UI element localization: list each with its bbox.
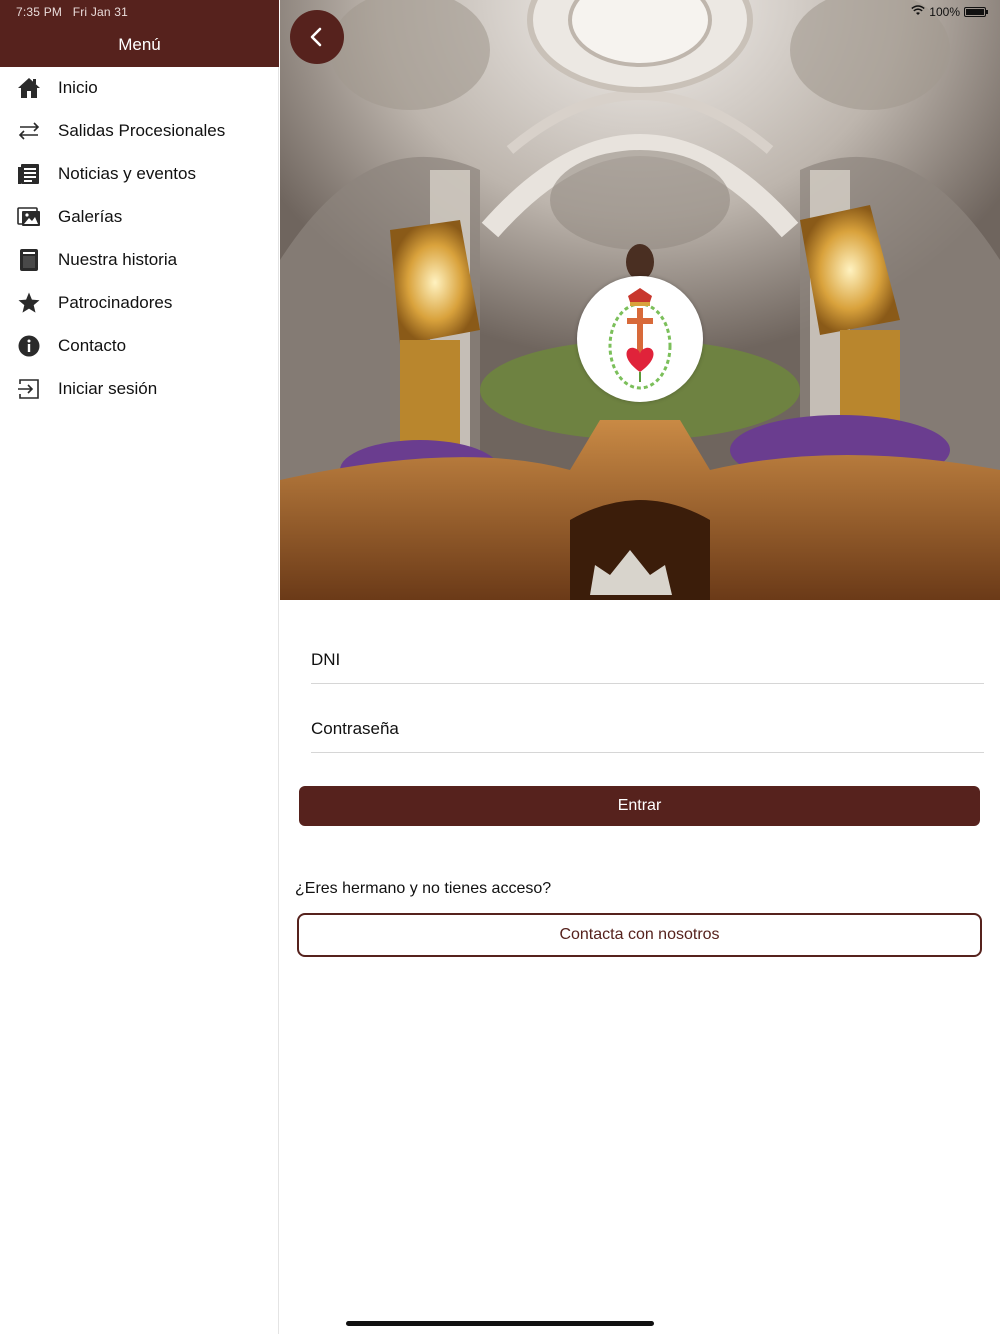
home-icon xyxy=(17,76,41,100)
sidebar: 7:35 PM Fri Jan 31 Menú Inicio Salidas P… xyxy=(0,0,279,1334)
no-access-question: ¿Eres hermano y no tienes acceso? xyxy=(295,880,552,897)
menu-item-contacto[interactable]: Contacto xyxy=(0,325,279,368)
menu-item-label: Noticias y eventos xyxy=(58,164,196,183)
menu-item-label: Iniciar sesión xyxy=(58,379,158,398)
login-button[interactable]: Entrar xyxy=(299,786,980,826)
menu-item-salidas-procesionales[interactable]: Salidas Procesionales xyxy=(0,110,279,153)
password-field[interactable] xyxy=(311,701,984,753)
dni-field[interactable] xyxy=(311,632,984,684)
battery-icon xyxy=(964,7,988,17)
sidebar-header: 7:35 PM Fri Jan 31 Menú xyxy=(0,0,279,67)
book-icon xyxy=(17,248,41,272)
star-icon xyxy=(17,291,41,315)
login-icon xyxy=(17,377,41,401)
emblem-icon xyxy=(608,288,672,390)
chevron-left-icon xyxy=(310,27,322,47)
menu-item-label: Contacto xyxy=(58,336,127,355)
wifi-icon xyxy=(911,5,925,19)
main-content: 100% Entrar ¿Eres hermano y no tienes ac… xyxy=(280,0,1000,1334)
menu-list: Inicio Salidas Procesionales Noticias y … xyxy=(0,67,279,411)
menu-item-nuestra-historia[interactable]: Nuestra historia xyxy=(0,239,279,282)
menu-item-label: Salidas Procesionales xyxy=(58,121,226,140)
menu-item-label: Patrocinadores xyxy=(58,293,173,312)
menu-item-iniciar-sesion[interactable]: Iniciar sesión xyxy=(0,368,279,411)
sidebar-title: Menú xyxy=(118,35,161,54)
home-indicator[interactable] xyxy=(346,1321,654,1326)
menu-item-patrocinadores[interactable]: Patrocinadores xyxy=(0,282,279,325)
brotherhood-logo xyxy=(577,276,703,402)
dni-input[interactable] xyxy=(311,650,984,670)
swap-arrows-icon xyxy=(17,119,41,143)
hero-image: 100% xyxy=(280,0,1000,600)
status-time: 7:35 PM xyxy=(16,5,63,19)
menu-item-label: Inicio xyxy=(58,78,98,97)
password-input[interactable] xyxy=(311,719,984,739)
menu-item-galerias[interactable]: Galerías xyxy=(0,196,279,239)
gallery-icon xyxy=(17,205,41,229)
contact-us-button[interactable]: Contacta con nosotros xyxy=(297,913,982,957)
status-bar-left: 7:35 PM Fri Jan 31 xyxy=(16,5,128,19)
newspaper-icon xyxy=(17,162,41,186)
menu-item-inicio[interactable]: Inicio xyxy=(0,67,279,110)
menu-item-label: Nuestra historia xyxy=(58,250,178,269)
status-bar-right: 100% xyxy=(911,5,988,19)
info-icon xyxy=(17,334,41,358)
battery-percentage: 100% xyxy=(929,5,960,19)
menu-item-label: Galerías xyxy=(58,207,123,226)
back-button[interactable] xyxy=(290,10,344,64)
menu-item-noticias[interactable]: Noticias y eventos xyxy=(0,153,279,196)
status-date: Fri Jan 31 xyxy=(72,5,129,19)
